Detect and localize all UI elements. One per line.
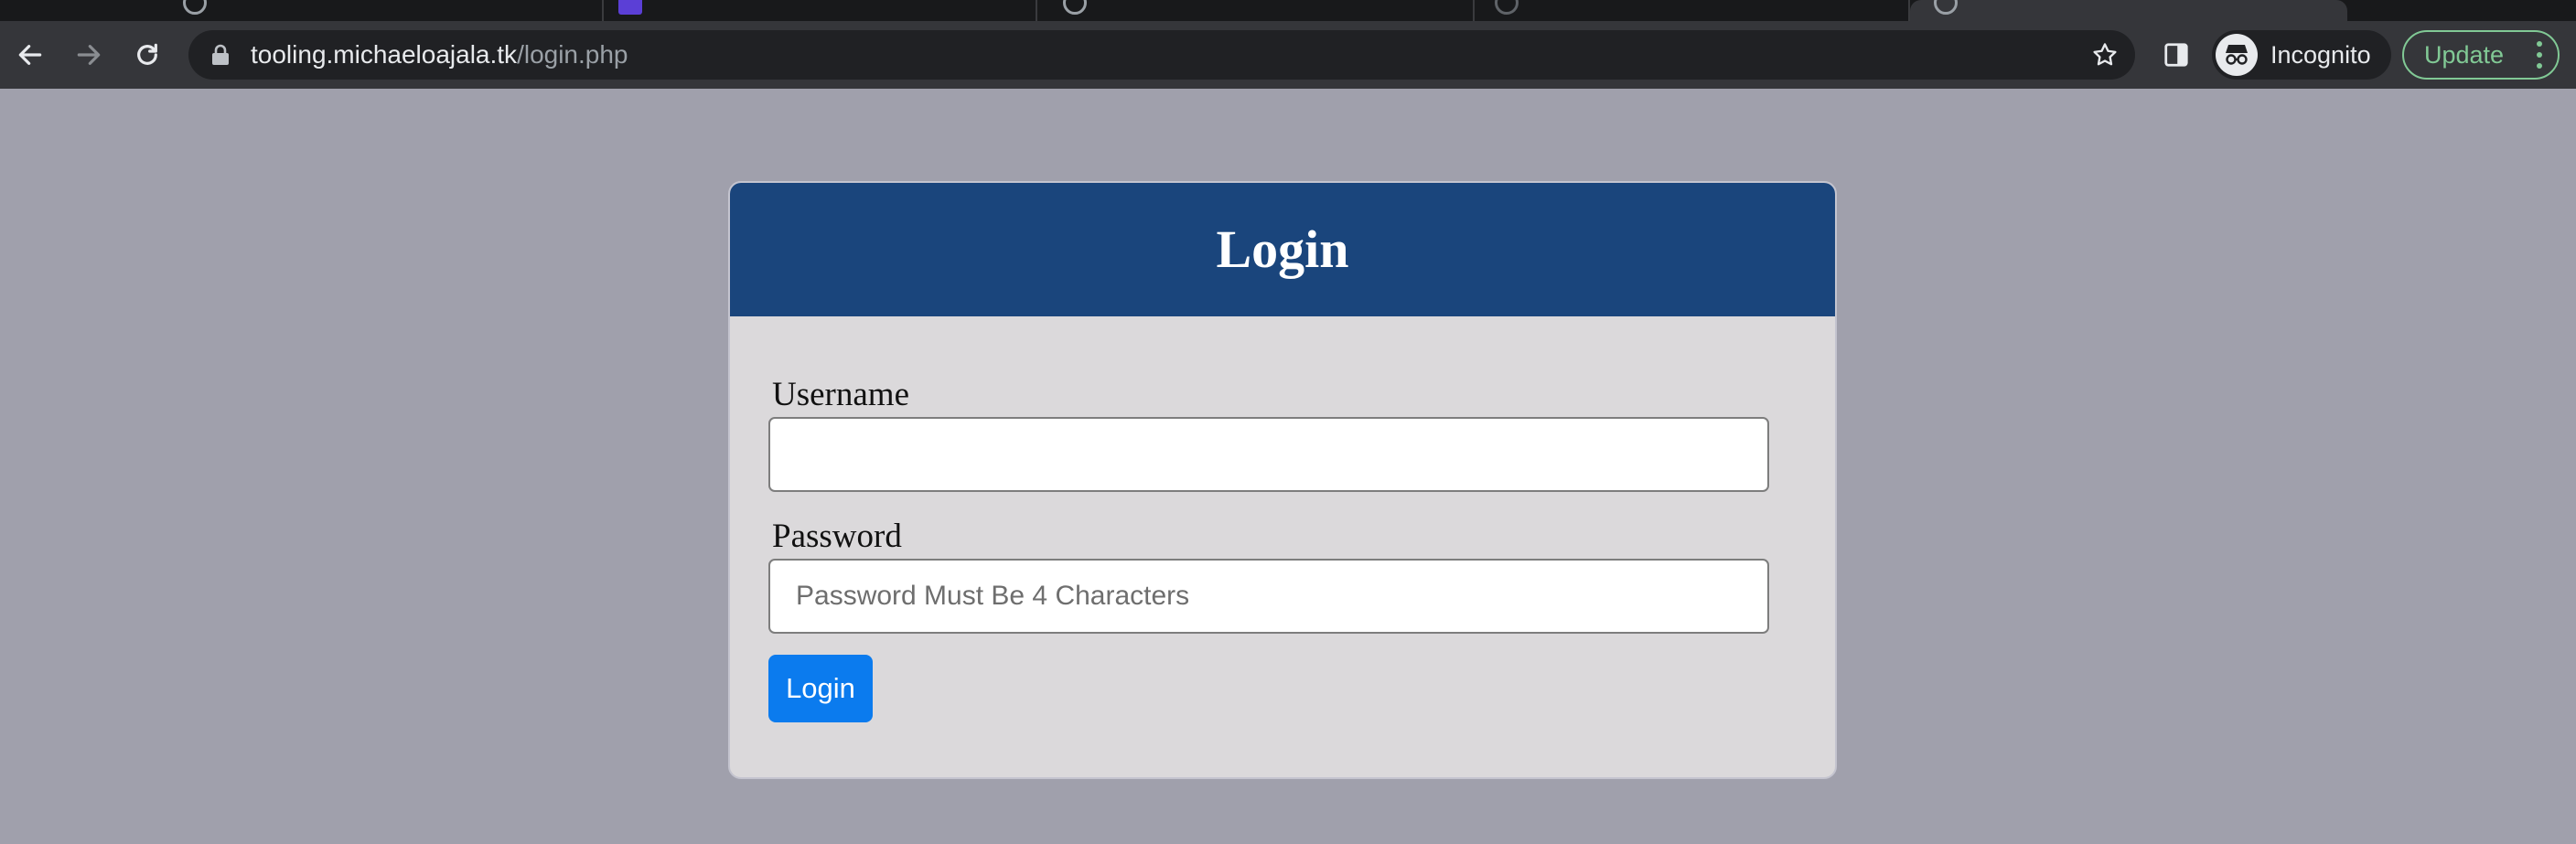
star-icon[interactable] [2091,41,2119,69]
globe-icon [1063,0,1087,15]
incognito-icon [2216,34,2258,76]
update-label: Update [2424,41,2505,69]
side-panel-icon[interactable] [2163,41,2190,69]
username-label: Username [772,376,909,413]
username-input[interactable] [768,417,1769,492]
arrow-left-icon [18,45,42,65]
more-vertical-icon[interactable] [2530,39,2549,70]
browser-tab[interactable] [1037,0,1475,21]
reload-icon [137,43,157,65]
browser-tab[interactable] [1475,0,1910,21]
arrow-right-icon [77,45,101,65]
login-card: Login Username Password Login [728,181,1837,779]
browser-tab-active[interactable] [1910,0,2347,21]
reload-button[interactable] [128,36,166,74]
tab-strip [0,0,2576,21]
login-button[interactable]: Login [768,655,873,722]
back-button[interactable] [11,36,49,74]
browser-toolbar: tooling.michaeloajala.tk/login.php Incog… [0,21,2576,89]
lock-icon [212,44,229,65]
browser-tab[interactable] [604,0,1037,21]
password-input[interactable] [768,559,1769,634]
site-favicon-icon [618,0,642,15]
forward-button[interactable] [70,36,108,74]
url-path: /login.php [517,40,628,69]
globe-icon [1934,0,1958,15]
browser-tab[interactable] [0,0,604,21]
password-label: Password [772,518,902,555]
address-bar[interactable]: tooling.michaeloajala.tk/login.php [188,30,2135,80]
url-text[interactable]: tooling.michaeloajala.tk/login.php [251,30,628,80]
globe-icon [1495,0,1519,15]
url-host: tooling.michaeloajala.tk [251,40,518,69]
page-viewport: Login Username Password Login [0,89,2576,844]
login-title: Login [1216,219,1349,279]
incognito-label: Incognito [2270,41,2371,69]
update-button[interactable]: Update [2402,30,2560,80]
browser-tab[interactable] [2347,0,2576,21]
globe-icon [183,0,207,15]
login-header: Login [730,183,1835,316]
incognito-indicator[interactable]: Incognito [2212,30,2391,80]
